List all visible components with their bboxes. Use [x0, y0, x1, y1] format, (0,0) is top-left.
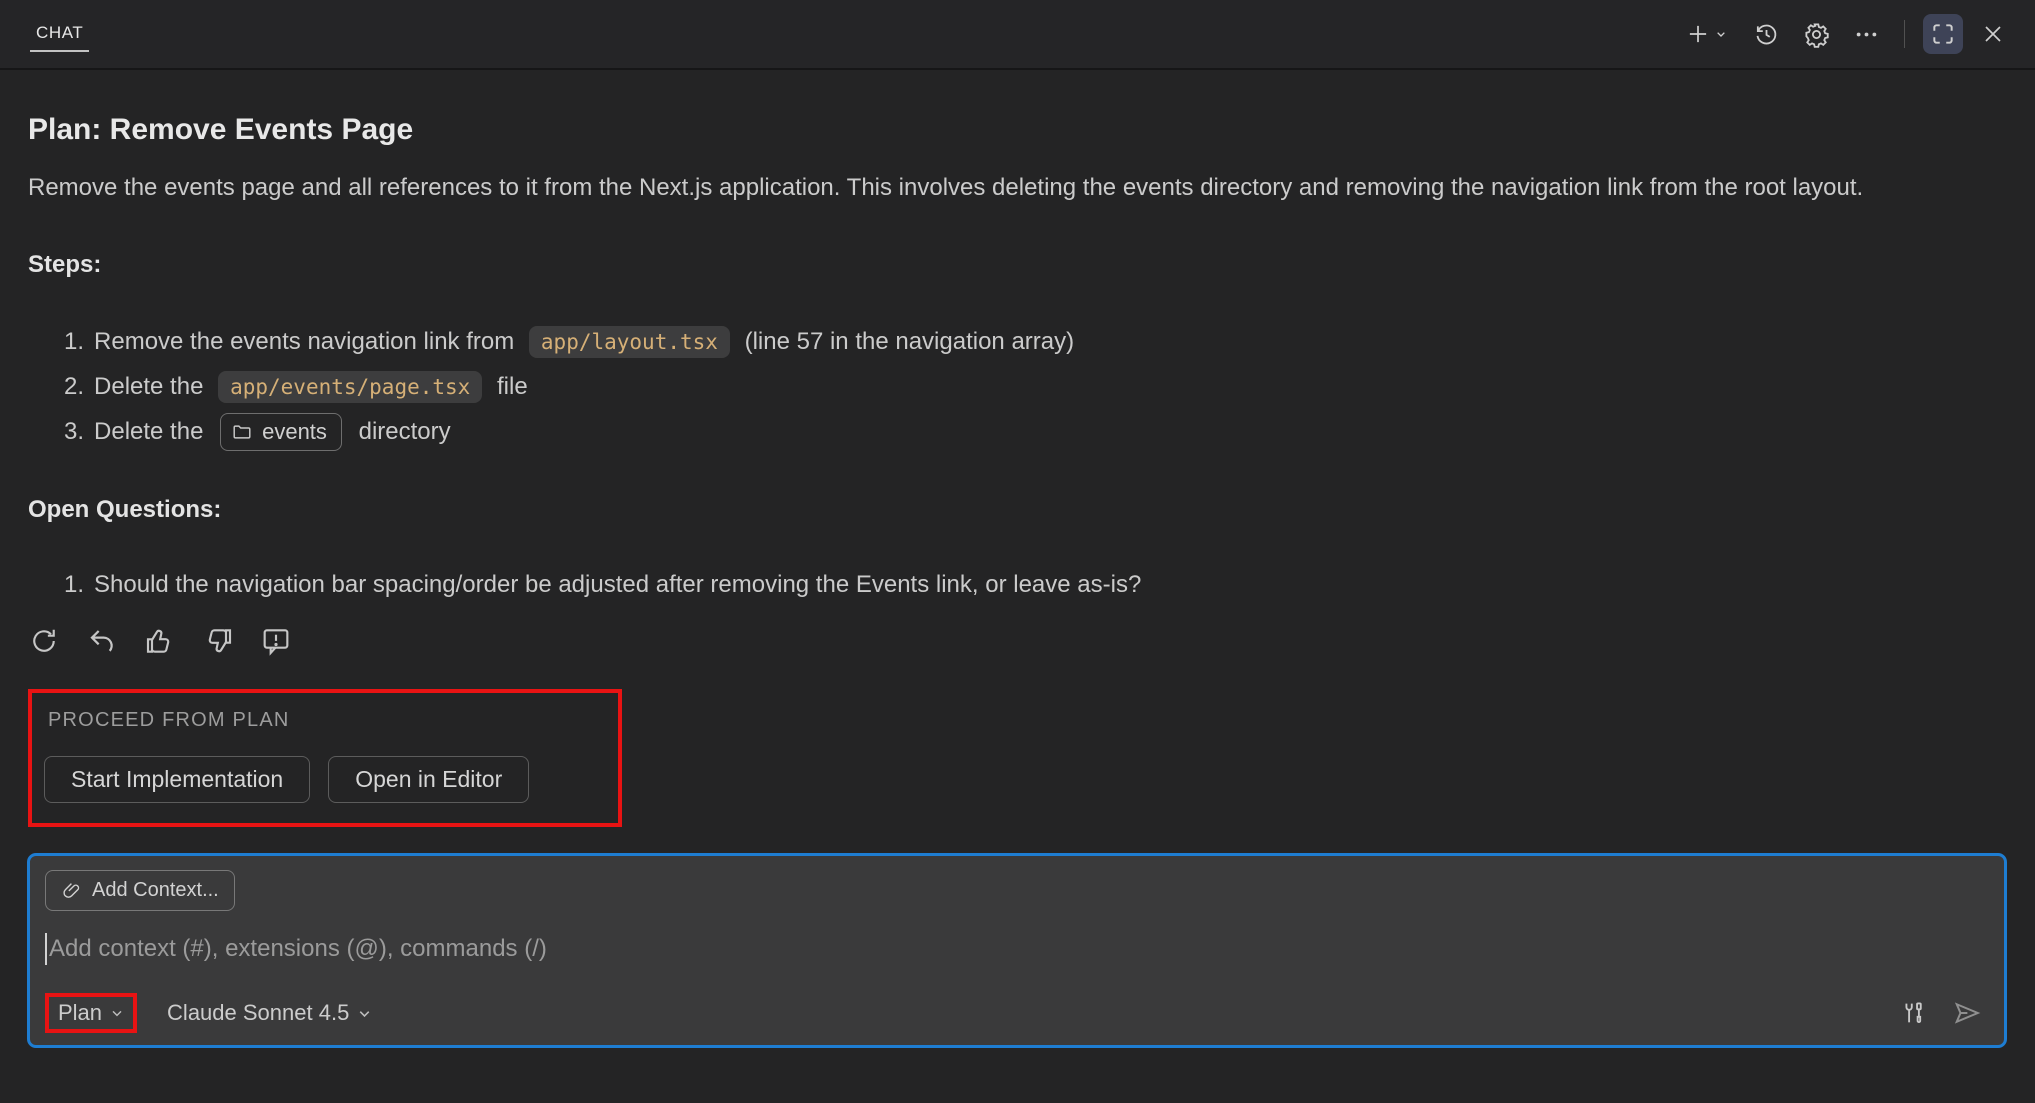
list-number: 3.: [64, 418, 84, 446]
step-text: Remove the events navigation link from: [94, 328, 521, 356]
annotation-box-plan-mode: Plan: [45, 993, 137, 1033]
proceed-buttons: Start Implementation Open in Editor: [44, 756, 604, 803]
gear-icon: [1803, 21, 1830, 48]
maximize-panel-button[interactable]: [1923, 14, 1963, 54]
add-context-label: Add Context...: [92, 879, 219, 902]
tab-chat[interactable]: CHAT: [30, 17, 89, 52]
report-issue-icon[interactable]: [260, 625, 292, 657]
list-item: 2. Delete the app/events/page.tsx file: [28, 364, 2007, 409]
step-text: directory: [352, 418, 451, 446]
chat-message: Plan: Remove Events Page Remove the even…: [0, 110, 2035, 827]
send-icon[interactable]: [1952, 998, 1982, 1028]
new-chat-button[interactable]: [1678, 14, 1736, 54]
close-icon: [1981, 22, 2005, 46]
steps-list: 1. Remove the events navigation link fro…: [28, 319, 2007, 454]
regenerate-icon[interactable]: [28, 625, 60, 657]
step-text: (line 57 in the navigation array): [738, 328, 1074, 356]
text-cursor: [45, 933, 47, 965]
question-text: Should the navigation bar spacing/order …: [94, 571, 1141, 599]
start-implementation-button[interactable]: Start Implementation: [44, 756, 310, 803]
paperclip-icon: [61, 880, 82, 901]
plan-intro: Remove the events page and all reference…: [28, 166, 2003, 209]
chat-text-input[interactable]: Add context (#), extensions (@), command…: [45, 933, 1986, 965]
folder-icon: [231, 421, 253, 443]
tools-icon[interactable]: [1900, 999, 1928, 1027]
chevron-down-icon: [356, 1005, 373, 1022]
annotation-box-proceed: PROCEED FROM PLAN Start Implementation O…: [28, 689, 622, 827]
chevron-down-icon: [109, 1005, 125, 1021]
more-actions-button[interactable]: [1846, 14, 1886, 54]
history-button[interactable]: [1746, 14, 1786, 54]
chat-input-container[interactable]: Add Context... Add context (#), extensio…: [27, 853, 2007, 1048]
close-panel-button[interactable]: [1973, 14, 2013, 54]
fullscreen-icon: [1930, 21, 1956, 47]
model-picker-dropdown[interactable]: Claude Sonnet 4.5: [167, 1000, 373, 1026]
composer-actions: [1900, 998, 1986, 1028]
questions-heading: Open Questions:: [28, 494, 2007, 526]
step-text: file: [490, 373, 527, 401]
open-in-editor-button[interactable]: Open in Editor: [328, 756, 529, 803]
mode-picker-dropdown[interactable]: Plan: [58, 1000, 125, 1026]
history-icon: [1753, 21, 1780, 48]
settings-button[interactable]: [1796, 14, 1836, 54]
model-label: Claude Sonnet 4.5: [167, 1000, 349, 1026]
step-text: Delete the: [94, 418, 210, 446]
mode-label: Plan: [58, 1000, 102, 1026]
plan-title: Plan: Remove Events Page: [28, 110, 2007, 150]
list-number: 1.: [64, 328, 84, 356]
composer-toolbar: Plan Claude Sonnet 4.5: [45, 993, 1986, 1033]
folder-reference-chip[interactable]: events: [220, 413, 342, 451]
inline-code-chip[interactable]: app/events/page.tsx: [218, 371, 482, 403]
folder-chip-label: events: [262, 419, 327, 445]
inline-code-chip[interactable]: app/layout.tsx: [529, 326, 730, 358]
titlebar-actions: [1678, 14, 2013, 54]
add-context-button[interactable]: Add Context...: [45, 870, 235, 911]
list-item: 3. Delete the events directory: [28, 409, 2007, 454]
list-number: 2.: [64, 373, 84, 401]
message-toolbar: [28, 625, 2007, 657]
list-number: 1.: [64, 571, 84, 599]
input-placeholder: Add context (#), extensions (@), command…: [49, 935, 547, 963]
step-text: Delete the: [94, 373, 210, 401]
undo-icon[interactable]: [86, 625, 118, 657]
questions-list: 1. Should the navigation bar spacing/ord…: [28, 562, 2007, 607]
chevron-down-icon: [1713, 26, 1729, 42]
chat-panel-titlebar: CHAT: [0, 0, 2035, 70]
proceed-from-plan-label: PROCEED FROM PLAN: [48, 709, 604, 732]
list-item: 1. Should the navigation bar spacing/ord…: [28, 562, 2007, 607]
steps-heading: Steps:: [28, 249, 2007, 281]
titlebar-separator: [1904, 20, 1905, 48]
thumbs-down-icon[interactable]: [202, 625, 234, 657]
plus-icon: [1685, 21, 1711, 47]
thumbs-up-icon[interactable]: [144, 625, 176, 657]
ellipsis-icon: [1853, 21, 1880, 48]
list-item: 1. Remove the events navigation link fro…: [28, 319, 2007, 364]
